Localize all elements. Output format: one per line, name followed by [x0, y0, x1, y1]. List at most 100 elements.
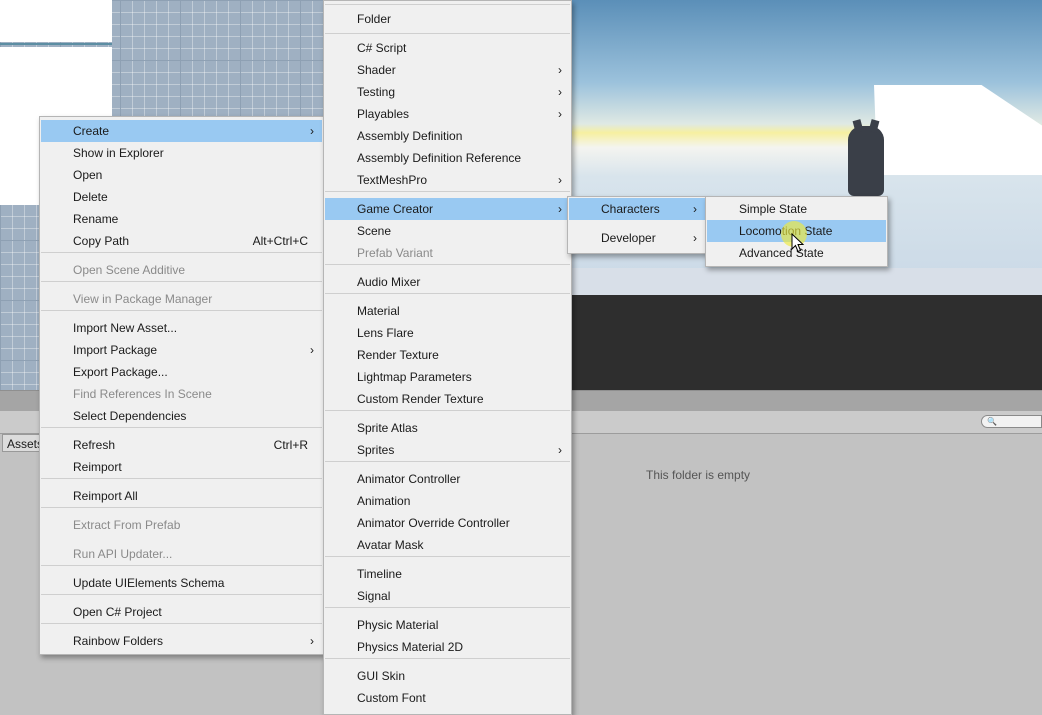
scene-gizmo-line: [0, 43, 112, 45]
create-menu-item-material[interactable]: Material: [325, 300, 570, 322]
menu-separator: [41, 565, 322, 566]
create-menu-item-playables[interactable]: Playables ›: [325, 103, 570, 125]
menu-item-label: Extract From Prefab: [73, 518, 181, 532]
menu-item-label: Refresh: [73, 438, 116, 452]
context-menu-item-create[interactable]: Create ›: [41, 120, 322, 142]
menu-separator: [325, 264, 570, 265]
create-menu-item-game-creator[interactable]: Game Creator ›: [325, 198, 570, 220]
context-menu-item-export-package[interactable]: Export Package...: [41, 361, 322, 383]
create-menu-item-physics-material-2d[interactable]: Physics Material 2D: [325, 636, 570, 658]
game-character: [848, 126, 884, 196]
create-menu-item-lightmap-parameters[interactable]: Lightmap Parameters: [325, 366, 570, 388]
empty-folder-message: This folder is empty: [646, 468, 751, 482]
menu-separator: [325, 607, 570, 608]
menu-item-label: Open C# Project: [73, 605, 162, 619]
menu-item-label: Playables: [357, 107, 410, 121]
context-menu-item-open-c-project[interactable]: Open C# Project: [41, 601, 322, 623]
menu-item-label: Update UIElements Schema: [73, 576, 225, 590]
game-creator-item-characters[interactable]: Characters ›: [569, 198, 705, 220]
context-menu-item-reimport-all[interactable]: Reimport All: [41, 485, 322, 507]
menu-item-label: Timeline: [357, 567, 402, 581]
create-menu-item-custom-font[interactable]: Custom Font: [325, 687, 570, 709]
characters-item-simple-state[interactable]: Simple State: [707, 198, 886, 220]
create-menu-item-animator-controller[interactable]: Animator Controller: [325, 468, 570, 490]
context-menu-item-import-new-asset[interactable]: Import New Asset...: [41, 317, 322, 339]
create-menu-item-shader[interactable]: Shader ›: [325, 59, 570, 81]
menu-separator: [41, 310, 322, 311]
menu-item-label: Scene: [357, 224, 392, 238]
create-menu-item-sprites[interactable]: Sprites ›: [325, 439, 570, 461]
search-input[interactable]: 🔍: [981, 415, 1042, 428]
menu-item-label: Reimport All: [73, 489, 138, 503]
create-menu-item-render-texture[interactable]: Render Texture: [325, 344, 570, 366]
create-menu-item-assembly-definition[interactable]: Assembly Definition: [325, 125, 570, 147]
context-menu-item-rainbow-folders[interactable]: Rainbow Folders ›: [41, 630, 322, 652]
create-menu-item-testing[interactable]: Testing ›: [325, 81, 570, 103]
create-menu-item-animation[interactable]: Animation: [325, 490, 570, 512]
context-menu-item-extract-from-prefab: Extract From Prefab: [41, 514, 322, 536]
context-menu-item-view-in-package-manager: View in Package Manager: [41, 288, 322, 310]
context-menu-item-update-uielements-schema[interactable]: Update UIElements Schema: [41, 572, 322, 594]
create-menu-item-audio-mixer[interactable]: Audio Mixer: [325, 271, 570, 293]
create-menu-item-animator-override-controller[interactable]: Animator Override Controller: [325, 512, 570, 534]
menu-item-label: Assembly Definition Reference: [357, 151, 522, 165]
menu-item-label: Open Scene Additive: [73, 263, 186, 277]
game-ground: [568, 268, 1042, 295]
menu-item-label: Characters: [601, 202, 660, 216]
chevron-right-icon: ›: [558, 85, 562, 99]
menu-item-label: Prefab Variant: [357, 246, 433, 260]
game-creator-submenu: Characters › Developer ›: [567, 196, 707, 254]
context-menu-item-delete[interactable]: Delete: [41, 186, 322, 208]
create-menu-item-scene[interactable]: Scene: [325, 220, 570, 242]
menu-separator: [41, 594, 322, 595]
menu-item-label: Shader: [357, 63, 396, 77]
chevron-right-icon: ›: [693, 231, 697, 245]
create-menu-item-c-script[interactable]: C# Script: [325, 37, 570, 59]
create-menu-item-avatar-mask[interactable]: Avatar Mask: [325, 534, 570, 556]
menu-item-label: Simple State: [739, 202, 808, 216]
context-menu-item-select-dependencies[interactable]: Select Dependencies: [41, 405, 322, 427]
create-menu-item-gui-skin[interactable]: GUI Skin: [325, 665, 570, 687]
chevron-right-icon: ›: [558, 63, 562, 77]
create-menu-item-textmeshpro[interactable]: TextMeshPro ›: [325, 169, 570, 191]
menu-item-label: Run API Updater...: [73, 547, 173, 561]
menu-item-label: Lens Flare: [357, 326, 414, 340]
menu-separator: [325, 293, 570, 294]
context-menu-item-show-in-explorer[interactable]: Show in Explorer: [41, 142, 322, 164]
menu-item-shortcut: Alt+Ctrl+C: [252, 234, 308, 248]
menu-separator: [41, 281, 322, 282]
context-menu-item-refresh[interactable]: Refresh Ctrl+R: [41, 434, 322, 456]
context-menu-item-reimport[interactable]: Reimport: [41, 456, 322, 478]
chevron-right-icon: ›: [558, 202, 562, 216]
create-menu-item-assembly-definition-reference[interactable]: Assembly Definition Reference: [325, 147, 570, 169]
chevron-right-icon: ›: [310, 343, 314, 357]
context-menu-item-open[interactable]: Open: [41, 164, 322, 186]
create-menu-item-timeline[interactable]: Timeline: [325, 563, 570, 585]
create-menu-item-signal[interactable]: Signal: [325, 585, 570, 607]
menu-item-label: Import Package: [73, 343, 158, 357]
game-creator-item-developer[interactable]: Developer ›: [569, 227, 705, 249]
create-menu-item-custom-render-texture[interactable]: Custom Render Texture: [325, 388, 570, 410]
create-menu-item-folder[interactable]: Folder: [325, 8, 570, 30]
menu-item-label: Advanced State: [739, 246, 824, 260]
menu-item-shortcut: Ctrl+R: [273, 438, 308, 452]
context-menu: Create › Show in Explorer Open Delete Rename C…: [39, 116, 324, 655]
context-menu-item-import-package[interactable]: Import Package ›: [41, 339, 322, 361]
chevron-right-icon: ›: [558, 173, 562, 187]
menu-item-label: Animator Override Controller: [357, 516, 510, 530]
menu-item-label: Show in Explorer: [73, 146, 164, 160]
menu-separator: [41, 623, 322, 624]
create-menu-item-physic-material[interactable]: Physic Material: [325, 614, 570, 636]
context-menu-item-copy-path[interactable]: Copy Path Alt+Ctrl+C: [41, 230, 322, 252]
menu-item-label: Create: [73, 124, 110, 138]
create-menu-item-lens-flare[interactable]: Lens Flare: [325, 322, 570, 344]
context-menu-item-rename[interactable]: Rename: [41, 208, 322, 230]
create-menu-item-sprite-atlas[interactable]: Sprite Atlas: [325, 417, 570, 439]
menu-item-label: Folder: [357, 12, 392, 26]
menu-item-label: Signal: [357, 589, 391, 603]
menu-item-label: Physic Material: [357, 618, 439, 632]
menu-item-label: Rename: [73, 212, 119, 226]
menu-item-label: Custom Render Texture: [357, 392, 484, 406]
menu-item-label: Sprite Atlas: [357, 421, 418, 435]
menu-separator: [325, 556, 570, 557]
